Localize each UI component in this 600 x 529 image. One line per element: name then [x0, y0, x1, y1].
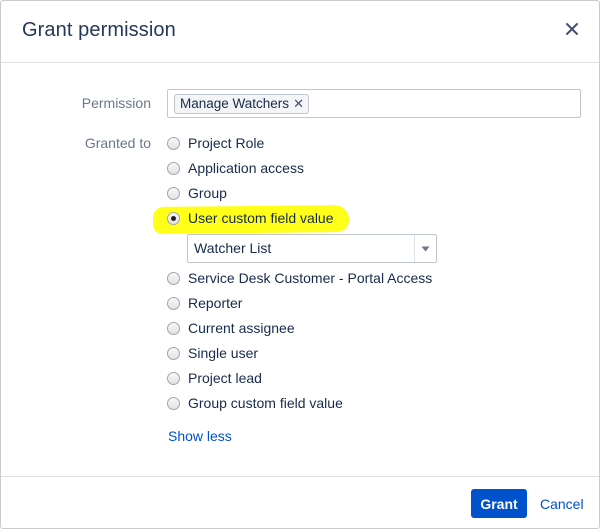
radio-label: Service Desk Customer - Portal Access	[188, 270, 433, 286]
permission-chip: Manage Watchers ✕	[174, 94, 309, 114]
radio-reporter[interactable]: Reporter	[167, 293, 242, 313]
dialog-header: Grant permission	[1, 1, 599, 63]
radio-button[interactable]	[167, 321, 180, 335]
radio-group-custom-field-value[interactable]: Group custom field value	[167, 393, 343, 413]
radio-label: User custom field value	[188, 210, 334, 226]
radio-button[interactable]	[167, 161, 180, 175]
radio-user-custom-field-value[interactable]: User custom field value	[167, 208, 334, 228]
radio-current-assignee[interactable]: Current assignee	[167, 318, 295, 338]
permission-field[interactable]: Manage Watchers ✕	[167, 89, 581, 118]
radio-button[interactable]	[167, 271, 180, 285]
dialog-title: Grant permission	[22, 19, 176, 41]
custom-field-select-value: Watcher List	[194, 240, 272, 256]
radio-button[interactable]	[167, 346, 180, 360]
radio-project-lead[interactable]: Project lead	[167, 368, 262, 388]
radio-button-selected[interactable]	[167, 211, 180, 225]
radio-label: Project Role	[188, 135, 265, 151]
radio-project-role[interactable]: Project Role	[167, 133, 264, 153]
chevron-down-icon[interactable]	[414, 235, 436, 262]
radio-label: Group custom field value	[188, 395, 343, 411]
radio-label: Reporter	[188, 295, 243, 311]
remove-x-icon[interactable]: ✕	[293, 96, 304, 111]
radio-button[interactable]	[167, 371, 180, 385]
radio-button[interactable]	[167, 296, 180, 310]
dialog-footer: Grant Cancel	[1, 476, 599, 529]
close-icon[interactable]	[561, 18, 583, 40]
permission-label: Permission	[81, 95, 151, 111]
radio-label: Project lead	[188, 370, 262, 386]
radio-single-user[interactable]: Single user	[167, 343, 258, 363]
radio-group[interactable]: Group	[167, 183, 227, 203]
radio-button[interactable]	[167, 136, 180, 150]
radio-application-access[interactable]: Application access	[167, 158, 304, 178]
radio-label: Single user	[188, 345, 259, 361]
cancel-link[interactable]: Cancel	[540, 496, 584, 512]
grant-permission-dialog: Grant permission Permission Manage Watch…	[0, 0, 600, 529]
permission-chip-label: Manage Watchers	[180, 96, 290, 111]
grant-button[interactable]: Grant	[471, 489, 527, 518]
radio-label: Application access	[188, 160, 304, 176]
granted-to-label: Granted to	[84, 135, 151, 151]
show-less-link[interactable]: Show less	[168, 428, 232, 444]
radio-button[interactable]	[167, 396, 180, 410]
radio-button[interactable]	[167, 186, 180, 200]
radio-label: Group	[188, 185, 227, 201]
custom-field-select[interactable]: Watcher List	[187, 234, 437, 263]
radio-service-desk-customer[interactable]: Service Desk Customer - Portal Access	[167, 268, 432, 288]
radio-label: Current assignee	[188, 320, 295, 336]
